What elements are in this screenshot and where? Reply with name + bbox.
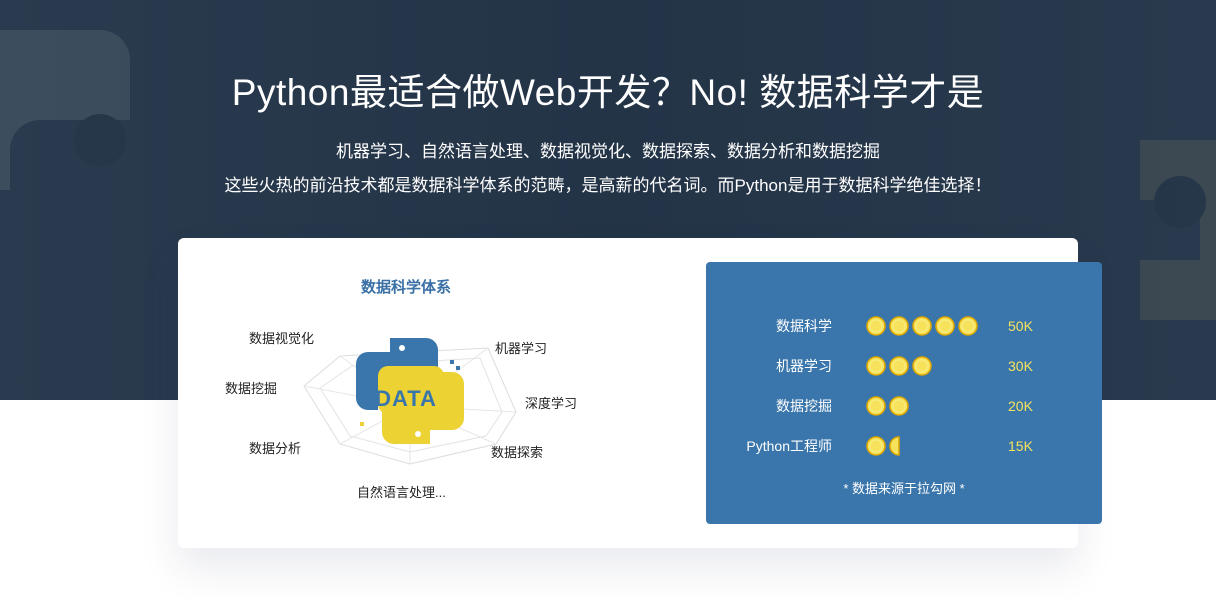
coin-icon <box>912 356 932 376</box>
salary-row: 数据科学 50K <box>706 314 1102 338</box>
salary-row-label: Python工程师 <box>746 438 832 454</box>
python-logo-watermark-left <box>0 30 130 190</box>
coin-icon <box>866 436 886 456</box>
coin-icon <box>889 356 909 376</box>
salary-row-label: 数据挖掘 <box>776 398 832 414</box>
coin-icon <box>866 356 886 376</box>
coin-icon <box>866 396 886 416</box>
salary-value: 15K <box>1008 438 1033 454</box>
salary-row: 数据挖掘 20K <box>706 394 1102 418</box>
salary-row: 机器学习 30K <box>706 354 1102 378</box>
radar-label-data-analysis: 数据分析 <box>249 441 302 456</box>
radar-label-data-visualization: 数据视觉化 <box>249 331 315 346</box>
half-coin-icon <box>889 436 900 456</box>
salary-value: 50K <box>1008 318 1033 334</box>
salary-row: Python工程师 15K <box>706 434 1102 458</box>
salary-source-note: * 数据来源于拉勾网 * <box>843 481 965 496</box>
data-logo-text: DATA <box>375 386 437 411</box>
coin-icon <box>889 316 909 336</box>
salary-row-label: 数据科学 <box>776 318 832 334</box>
coin-icon <box>866 316 886 336</box>
coin-icon <box>935 316 955 336</box>
salary-row-label: 机器学习 <box>776 358 832 374</box>
coin-icon <box>889 396 909 416</box>
radar-label-nlp: 自然语言处理... <box>357 485 446 500</box>
salary-panel: 数据科学 50K 机器学习 30K 数据挖掘 20K Python工程师 15K * 数据来源… <box>706 262 1102 524</box>
radar-label-data-mining: 数据挖掘 <box>225 381 278 396</box>
salary-value: 30K <box>1008 358 1033 374</box>
hero-headline: Python最适合做Web开发？No! 数据科学才是 <box>231 72 985 113</box>
radar-label-data-exploration: 数据探索 <box>491 445 544 460</box>
coin-icon <box>958 316 978 336</box>
salary-value: 20K <box>1008 398 1033 414</box>
radar-label-machine-learning: 机器学习 <box>495 341 548 356</box>
data-science-system-title: 数据科学体系 <box>360 279 451 296</box>
hero-subtitle-line-2: 这些火热的前沿技术都是数据科学体系的范畴，是高薪的代名词。而Python是用于数… <box>224 176 992 195</box>
radar-label-deep-learning: 深度学习 <box>525 396 578 411</box>
hero-subtitle-line-1: 机器学习、自然语言处理、数据视觉化、数据探索、数据分析和数据挖掘 <box>336 142 880 161</box>
coin-icon <box>912 316 932 336</box>
